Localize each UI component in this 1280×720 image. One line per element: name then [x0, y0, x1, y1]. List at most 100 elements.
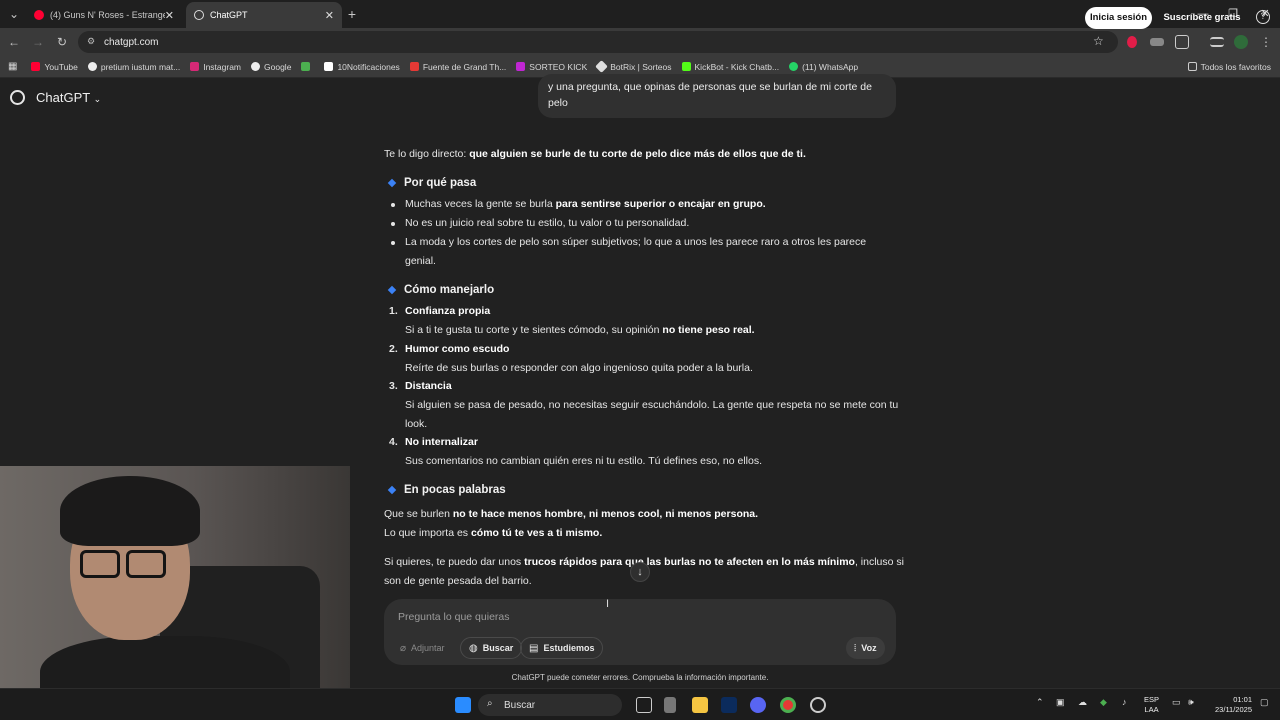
help-icon[interactable]: ? [1256, 10, 1270, 24]
tab-search-icon[interactable]: ⌄ [6, 6, 22, 22]
youtube-icon [31, 62, 41, 71]
close-tab-icon[interactable]: ✕ [165, 9, 174, 22]
bookmark-kickbot[interactable]: KickBot - Kick Chatb... [681, 62, 779, 72]
app-icon[interactable] [664, 697, 676, 713]
bookmark-label: 10Notificaciones [337, 61, 400, 72]
close-tab-icon[interactable]: ✕ [325, 9, 334, 22]
list-item: La moda y los cortes de pelo son súper s… [405, 236, 867, 248]
webcam-person-hair [60, 476, 200, 546]
bookmark-label: SORTEO KICK [529, 61, 588, 72]
media-controls-icon[interactable] [1210, 37, 1224, 47]
button-label: Voz [861, 643, 877, 653]
folder-icon [1187, 62, 1197, 71]
task-view-icon[interactable] [636, 697, 652, 713]
clock[interactable]: 01:01 23/11/2025 [1206, 695, 1252, 715]
volume-icon[interactable]: 🕪 [1188, 697, 1194, 708]
site-info-icon[interactable]: ⚙ [87, 36, 95, 47]
bullet-icon [391, 241, 395, 245]
reload-icon[interactable]: ↻ [54, 34, 70, 50]
extension-red-icon[interactable] [1127, 36, 1137, 48]
list-item-body: Sus comentarios no cambian quién eres ni… [405, 455, 763, 467]
list-item-continuation: genial. [405, 255, 436, 267]
windows-start-icon[interactable] [455, 697, 471, 713]
tray-shield-icon[interactable]: ◆ [1100, 697, 1107, 708]
user-message-line: y una pregunta, que opinas de personas q… [548, 81, 872, 93]
profile-avatar-icon[interactable] [1234, 35, 1248, 49]
browser-menu-icon[interactable]: ⋮ [1258, 34, 1274, 50]
text: Si a ti te gusta tu corte y te sientes c… [405, 324, 663, 336]
model-name: ChatGPT [36, 90, 90, 105]
list-item: Muchas veces la gente se burla para sent… [405, 198, 766, 210]
list-item: No es un juicio real sobre tu estilo, tu… [405, 217, 690, 229]
bookmark-star-icon[interactable]: ☆ [1093, 34, 1104, 48]
openai-logo-icon [10, 90, 25, 105]
bookmark-youtube[interactable]: YouTube [31, 62, 78, 72]
diamond-icon [387, 485, 397, 495]
taskbar-search[interactable]: ⌕ Buscar [478, 694, 622, 716]
bookmark-instagram[interactable]: Instagram [190, 62, 241, 72]
google-icon [87, 62, 97, 71]
bookmark-x[interactable]: 10Notificaciones [324, 61, 400, 72]
list-item-title: Humor como escudo [405, 343, 510, 355]
study-button[interactable]: ▤ Estudiemos [520, 637, 604, 659]
bookmark-google[interactable]: Google [251, 62, 291, 72]
discord-icon[interactable] [750, 697, 766, 713]
extensions-puzzle-icon[interactable] [1175, 35, 1189, 49]
photoshop-icon[interactable] [721, 697, 737, 713]
scroll-down-icon[interactable]: ↓ [630, 562, 650, 582]
onedrive-icon[interactable]: ☁ [1078, 697, 1087, 708]
bookmark-botrix[interactable]: BotRix | Sorteos [595, 60, 672, 73]
app-icon[interactable] [810, 697, 826, 713]
url-field[interactable]: ⚙ chatgpt.com ☆ [78, 31, 1118, 53]
text-bold: cómo tú te ves a ti mismo. [470, 527, 603, 539]
font-icon [409, 62, 419, 71]
heading-text: En pocas palabras [404, 484, 506, 496]
model-selector[interactable]: ChatGPT ⌄ [36, 90, 101, 105]
tab-title: ChatGPT [210, 10, 248, 20]
bookmark-font[interactable]: Fuente de Grand Th... [409, 61, 507, 72]
summary-line: Lo que importa es cómo tú te ves a ti mi… [384, 527, 602, 539]
voice-button[interactable]: ⦙ Voz [846, 637, 885, 659]
globe-icon: ◍ [469, 642, 478, 654]
kickbot-icon [681, 62, 691, 71]
text-bold: no te hace menos hombre, ni menos cool, … [452, 508, 759, 520]
webcam-overlay [0, 466, 350, 720]
apps-grid-icon[interactable]: ▦ [8, 61, 17, 72]
forward-icon[interactable]: → [30, 34, 46, 50]
search-button[interactable]: ◍ Buscar [460, 637, 523, 659]
signup-button[interactable]: Suscríbete gratis [1160, 7, 1244, 29]
microphone-icon[interactable]: ♪ [1122, 697, 1127, 707]
back-icon[interactable]: ← [6, 34, 22, 50]
prompt-input[interactable]: Pregunta lo que quieras [398, 611, 510, 623]
list-item-continuation: look. [405, 418, 428, 430]
bookmark-sorteo-kick[interactable]: SORTEO KICK [516, 62, 587, 72]
list-number: 3. [389, 380, 398, 392]
extension-card-icon[interactable] [1150, 38, 1164, 46]
all-bookmarks[interactable]: Todos los favoritos [1187, 62, 1271, 72]
tab-youtube[interactable]: (4) Guns N' Roses - Estranged ✕ [26, 2, 182, 28]
tray-app-icon[interactable]: ▣ [1056, 697, 1065, 708]
login-button[interactable]: Inicia sesión [1085, 7, 1152, 29]
network-icon[interactable]: ▭ [1172, 697, 1181, 708]
chrome-icon[interactable] [780, 697, 796, 713]
language-indicator[interactable]: ESP LAA [1144, 695, 1159, 715]
date: 23/11/2025 [1215, 705, 1252, 714]
text-bold: no tiene peso real. [662, 324, 755, 336]
url-text: chatgpt.com [104, 36, 159, 48]
tray-chevron-icon[interactable]: ⌃ [1036, 697, 1044, 708]
notification-icon[interactable]: ▢ [1260, 697, 1269, 708]
whatsapp-icon [789, 62, 799, 71]
bookmark-whatsapp[interactable]: (11) WhatsApp [789, 62, 858, 72]
bookmark-label: (11) WhatsApp [802, 61, 859, 72]
paperclip-icon: ⌀ [400, 642, 407, 654]
user-message-line: pelo [548, 97, 568, 109]
bookmark-google-1[interactable]: pretium iustum mat... [87, 62, 180, 72]
summary-line: Que se burlen no te hace menos hombre, n… [384, 508, 758, 520]
bookmark-label: Fuente de Grand Th... [422, 61, 507, 72]
attach-button[interactable]: ⌀ Adjuntar [392, 637, 453, 659]
file-explorer-icon[interactable] [692, 697, 708, 713]
bookmark-pinwheel[interactable] [301, 62, 314, 71]
tab-chatgpt[interactable]: ChatGPT ✕ [186, 2, 342, 28]
new-tab-icon[interactable]: + [344, 6, 360, 22]
instagram-icon [190, 62, 200, 71]
